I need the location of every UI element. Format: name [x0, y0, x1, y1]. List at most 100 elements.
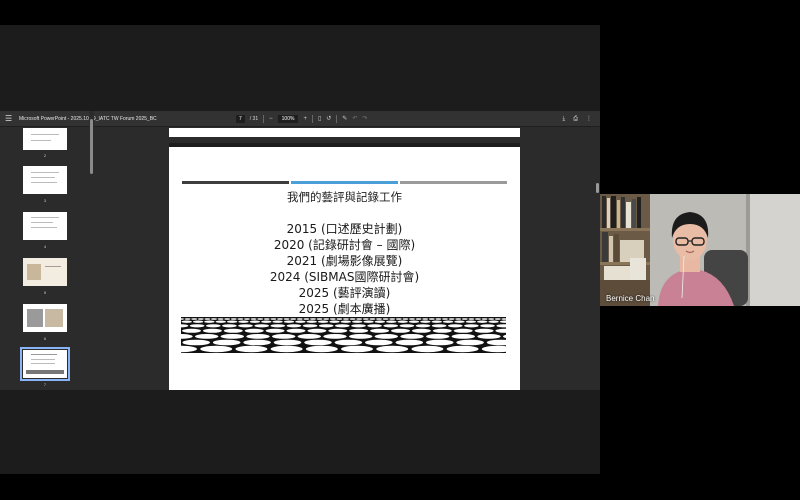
fit-page-icon[interactable]: ▯	[318, 115, 321, 123]
pattern-dot	[302, 324, 318, 328]
hamburger-icon[interactable]: ☰	[5, 114, 13, 123]
print-icon[interactable]: ⎙	[573, 114, 578, 124]
participant-video-frame	[600, 194, 800, 306]
rotate-icon[interactable]: ↺	[326, 115, 331, 123]
page-number-input[interactable]: 7	[236, 115, 245, 123]
pattern-dot	[369, 318, 376, 320]
slide-rule-gray	[400, 181, 507, 184]
pattern-dot	[468, 318, 475, 320]
slide-title: 我們的藝評與記錄工作	[287, 190, 402, 204]
zoom-input[interactable]: 100%	[277, 115, 299, 123]
pattern-dot	[374, 334, 398, 339]
pattern-dot	[317, 320, 329, 323]
pattern-dot	[402, 318, 409, 320]
slide-timeline-list: 2015 (口述歷史計劃) 2020 (記錄研討會 – 國際) 2021 (劇場…	[169, 221, 520, 317]
pattern-dot	[204, 320, 215, 323]
thumbnail-number: 2	[43, 153, 47, 158]
pattern-dot	[376, 318, 382, 320]
pattern-dot	[451, 334, 475, 339]
pattern-dot	[426, 334, 450, 339]
pattern-dot	[464, 324, 479, 328]
pattern-dot	[272, 334, 296, 339]
pattern-dot	[189, 324, 205, 328]
pattern-dot	[304, 339, 332, 346]
pattern-dot	[334, 339, 363, 346]
timeline-item: 2025 (藝評演讀)	[298, 286, 391, 300]
pattern-dot	[295, 320, 306, 323]
pattern-dot	[376, 345, 409, 353]
pattern-dot	[420, 320, 431, 323]
pattern-dot	[362, 318, 369, 320]
top-letterbox	[0, 0, 800, 25]
plus-icon[interactable]: +	[303, 115, 307, 123]
thumbnail-page[interactable]	[23, 166, 67, 194]
pattern-dot	[389, 318, 396, 320]
pattern-dot	[238, 320, 249, 323]
pattern-dot	[283, 318, 290, 320]
pattern-dot	[435, 318, 442, 320]
pattern-dot	[303, 318, 310, 320]
pattern-dot	[270, 324, 286, 328]
thumbnail-page[interactable]	[23, 128, 67, 150]
pattern-dot	[328, 328, 348, 333]
pattern-dot	[215, 320, 226, 323]
redo-icon[interactable]: ↷	[362, 115, 367, 123]
pattern-dot	[454, 320, 465, 323]
pattern-dot	[446, 345, 479, 353]
pattern-dot	[270, 318, 277, 320]
thumbnail-page[interactable]	[23, 304, 67, 332]
pattern-dot	[340, 320, 351, 323]
thumbnail-page[interactable]	[23, 258, 67, 286]
more-vert-icon[interactable]: ⋮	[586, 114, 592, 124]
pattern-dot	[448, 318, 455, 320]
pattern-dot	[400, 334, 424, 339]
thumbnail-page[interactable]	[23, 212, 67, 240]
pattern-dot	[465, 320, 477, 323]
pattern-dot	[226, 320, 238, 323]
pattern-dot	[270, 345, 303, 353]
thumbnail-number: 4	[43, 244, 47, 249]
document-title: Microsoft PowerPoint - 2025.10.29_IATC T…	[19, 116, 157, 122]
thumbnail-page-selected[interactable]	[20, 347, 70, 381]
pattern-dot	[238, 324, 253, 328]
pattern-dot	[399, 324, 415, 328]
pattern-dot	[323, 318, 330, 320]
pattern-dot	[382, 318, 389, 320]
pattern-dot	[191, 318, 198, 320]
pattern-dot	[474, 328, 494, 333]
pattern-dot	[182, 339, 210, 346]
participant-name-label: Bernice Chan	[606, 294, 655, 303]
pattern-dot	[367, 324, 382, 328]
page-total: / 31	[249, 116, 259, 122]
pattern-dot	[184, 318, 191, 320]
sidebar-scrollbar-thumb[interactable]	[90, 119, 93, 174]
participant-video-tile[interactable]: Bernice Chan	[600, 194, 800, 306]
pattern-dot	[395, 339, 424, 346]
pattern-dot	[480, 324, 495, 328]
minus-icon[interactable]: −	[269, 115, 273, 123]
pattern-dot	[411, 328, 431, 333]
pattern-dot	[408, 320, 420, 323]
pattern-dot	[432, 328, 452, 333]
pattern-dot	[477, 334, 501, 339]
pattern-dot	[363, 320, 374, 323]
timeline-item: 2020 (記錄研討會 – 國際)	[273, 238, 416, 252]
pattern-dot	[335, 324, 350, 328]
download-icon[interactable]: ⤓	[563, 114, 566, 124]
undo-icon[interactable]: ↶	[352, 115, 357, 123]
document-view: 我們的藝評與記錄工作 2015 (口述歷史計劃) 2020 (記錄研討會 – 國…	[94, 128, 600, 390]
pattern-dot	[263, 318, 270, 320]
pattern-dot	[310, 318, 316, 320]
timeline-item: 2024 (SIBMAS國際研討會)	[269, 270, 420, 284]
pen-icon[interactable]: ✎	[342, 115, 347, 123]
pattern-dot	[223, 328, 243, 333]
pattern-dot	[272, 320, 283, 323]
pattern-dot	[222, 324, 237, 328]
pattern-dot	[431, 324, 447, 328]
previous-page-edge	[169, 128, 520, 137]
pattern-dot	[356, 318, 363, 320]
document-scrollbar-thumb[interactable]	[596, 183, 599, 193]
pattern-dot	[442, 320, 454, 323]
pattern-dot	[461, 318, 468, 320]
pattern-dot	[220, 334, 244, 339]
